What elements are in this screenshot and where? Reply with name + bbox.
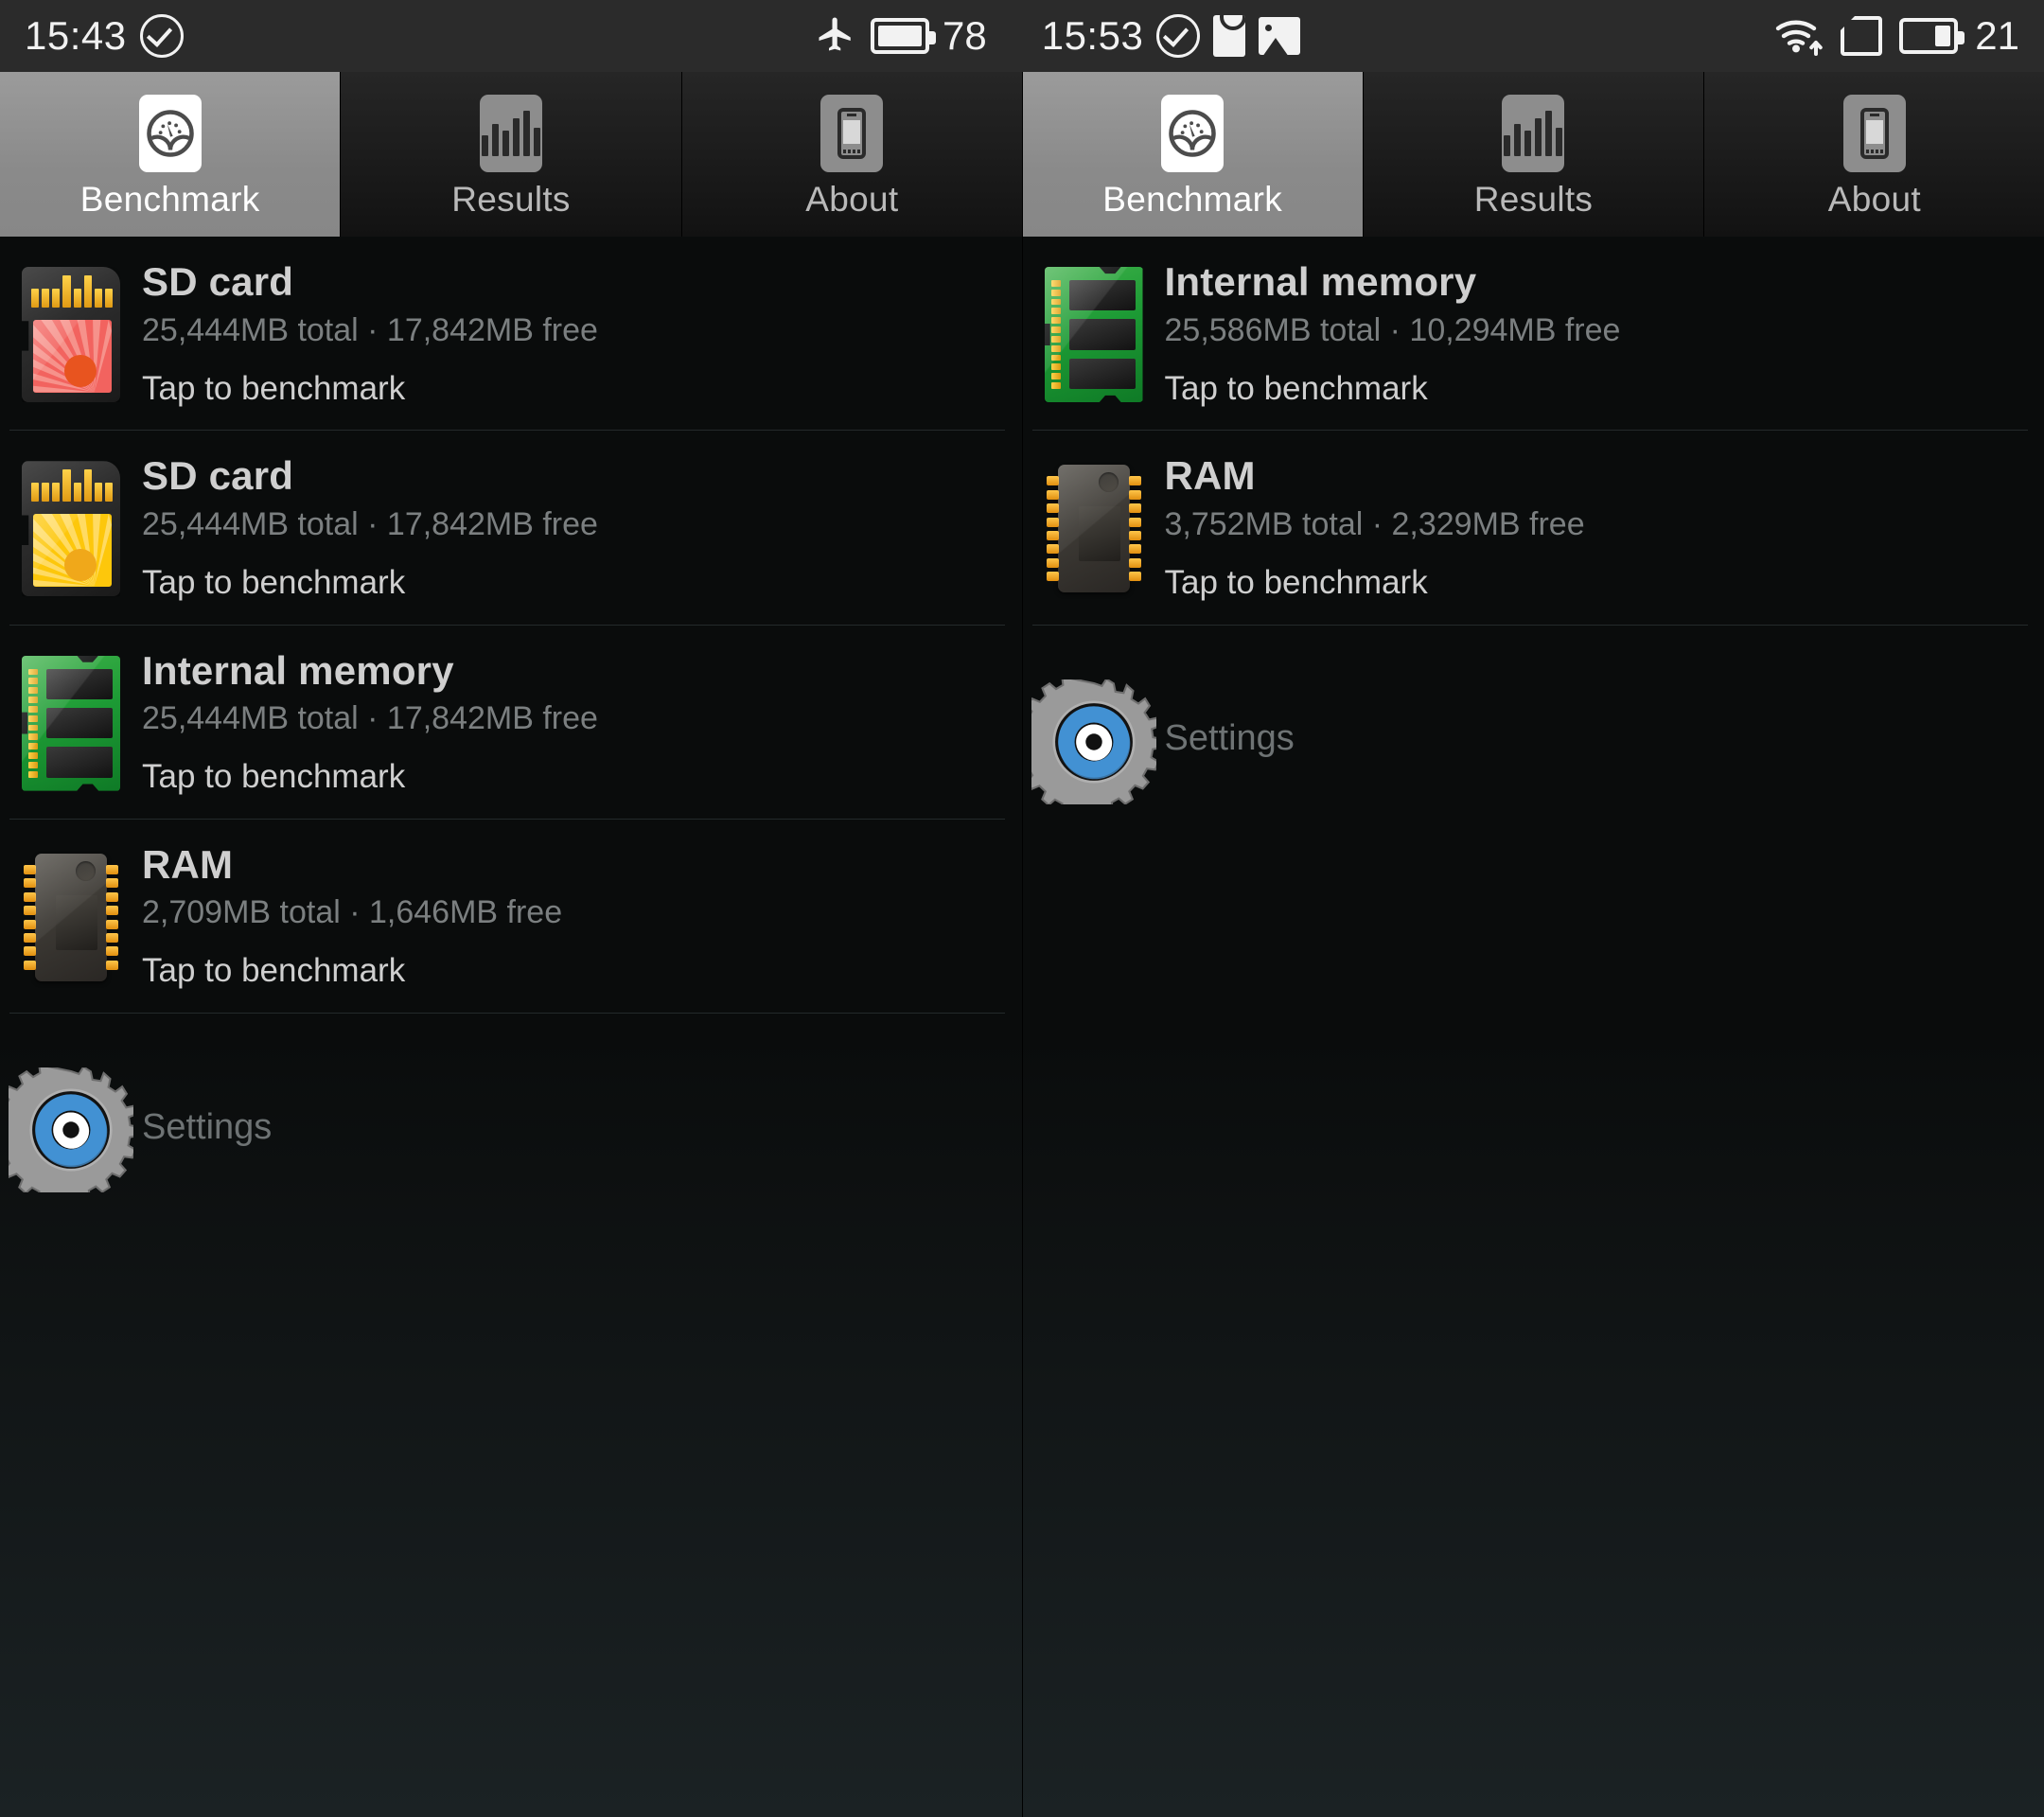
status-right-clock: 15:53 (1041, 13, 1144, 58)
tab-label-benchmark-right: Benchmark (1102, 180, 1283, 219)
bar-chart-icon-2 (1502, 95, 1565, 172)
list-item-internal-memory-right[interactable]: Internal memory 25,586MB total · 10,294M… (1023, 237, 2044, 432)
bar-chart-icon (479, 95, 542, 172)
tab-about-left[interactable]: About (681, 72, 1022, 237)
photo-icon (1259, 17, 1301, 55)
list-item-action: Tap to benchmark (142, 952, 406, 990)
check-circle-icon (139, 14, 184, 58)
panes-container: Benchmark Results About SD card 25,444MB… (0, 72, 2044, 1817)
tab-label-about-left: About (805, 180, 899, 219)
list-item-title: Internal memory (142, 647, 454, 693)
tab-label-benchmark-left: Benchmark (79, 180, 260, 219)
ram-chip-icon (0, 844, 142, 985)
list-item-sd-card-red[interactable]: SD card 25,444MB total · 17,842MB free T… (0, 237, 1022, 432)
list-item-ram-right[interactable]: RAM 3,752MB total · 2,329MB free Tap to … (1023, 431, 2044, 626)
status-bar-right-group: 21 (1774, 16, 2019, 56)
list-item-title: RAM (142, 841, 234, 887)
list-item-title: Internal memory (1164, 259, 1477, 304)
benchmark-list-right: Internal memory 25,586MB total · 10,294M… (1022, 237, 2044, 853)
list-item-settings-right[interactable]: Settings (1022, 626, 2044, 853)
list-item-text: RAM 3,752MB total · 2,329MB free Tap to … (1165, 455, 2044, 600)
gear-icon (0, 1062, 142, 1207)
list-item-internal-memory[interactable]: Internal memory 25,444MB total · 17,842M… (0, 626, 1022, 820)
list-item-subtitle: 3,752MB total · 2,329MB free (1164, 505, 1585, 542)
list-item-text: SD card 25,444MB total · 17,842MB free T… (142, 455, 1022, 600)
list-item-title: SD card (142, 453, 294, 499)
bag-icon (1213, 15, 1246, 57)
list-item-action: Tap to benchmark (142, 563, 406, 601)
settings-label-left: Settings (142, 1106, 273, 1147)
list-item-subtitle: 25,586MB total · 10,294MB free (1164, 311, 1621, 348)
battery-icon-left (871, 18, 936, 54)
list-item-ram[interactable]: RAM 2,709MB total · 1,646MB free Tap to … (0, 820, 1022, 1014)
sd-card-red-icon (0, 261, 142, 402)
wifi-icon (1774, 16, 1824, 56)
list-item-title: RAM (1164, 453, 1256, 499)
ram-chip-icon-2 (1023, 455, 1165, 596)
tab-benchmark-left[interactable]: Benchmark (0, 72, 342, 237)
status-bar-center-group: 78 15:53 (814, 0, 1301, 72)
list-item-text: Internal memory 25,444MB total · 17,842M… (142, 647, 1022, 796)
memory-module-icon-2 (1023, 261, 1165, 402)
gauge-icon-2 (1161, 95, 1225, 172)
battery-level-left: 78 (943, 13, 987, 58)
tab-label-results-left: Results (451, 180, 571, 219)
list-item-text: Internal memory 25,586MB total · 10,294M… (1164, 259, 2044, 407)
status-left-clock: 15:43 (25, 13, 127, 58)
list-item-subtitle: 25,444MB total · 17,842MB free (142, 311, 598, 348)
tab-results-left[interactable]: Results (341, 72, 682, 237)
gauge-icon (138, 95, 202, 172)
status-bar: 15:43 78 15:53 21 (0, 0, 2044, 72)
list-item-action: Tap to benchmark (142, 369, 406, 407)
list-item-action: Tap to benchmark (1164, 369, 1428, 407)
list-item-action: Tap to benchmark (1164, 563, 1428, 601)
tab-label-results-right: Results (1473, 180, 1594, 219)
list-item-text: SD card 25,444MB total · 17,842MB free T… (142, 259, 1022, 407)
tab-bar-right: Benchmark Results About (1022, 72, 2044, 237)
check-circle-icon-2 (1156, 14, 1201, 58)
tab-about-right[interactable]: About (1704, 72, 2044, 237)
tab-label-about-right: About (1827, 180, 1921, 219)
left-pane: Benchmark Results About SD card 25,444MB… (0, 72, 1022, 1817)
app-screen: 15:43 78 15:53 21 Benchmark Results Abou… (0, 0, 2044, 1817)
list-item-sd-card-yellow[interactable]: SD card 25,444MB total · 17,842MB free T… (0, 431, 1022, 626)
sim-card-icon (1841, 16, 1883, 56)
list-item-action: Tap to benchmark (142, 758, 406, 796)
gear-icon-2 (1022, 674, 1165, 818)
airplane-icon (814, 14, 857, 59)
status-bar-left-group: 15:43 (25, 14, 184, 58)
phone-icon-2 (1842, 95, 1906, 172)
list-item-subtitle: 25,444MB total · 17,842MB free (142, 700, 598, 737)
battery-icon-right (1899, 18, 1965, 54)
list-item-subtitle: 25,444MB total · 17,842MB free (142, 505, 598, 542)
list-item-subtitle: 2,709MB total · 1,646MB free (142, 894, 563, 931)
list-item-text: RAM 2,709MB total · 1,646MB free Tap to … (142, 841, 1022, 990)
phone-icon (820, 95, 884, 172)
memory-module-icon (0, 650, 142, 791)
tab-results-right[interactable]: Results (1363, 72, 1705, 237)
tab-benchmark-right[interactable]: Benchmark (1022, 72, 1364, 237)
sd-card-yellow-icon (0, 455, 142, 597)
list-item-title: SD card (142, 259, 294, 304)
settings-label-right: Settings (1164, 718, 1295, 759)
tab-bar-left: Benchmark Results About (0, 72, 1022, 237)
battery-level-right: 21 (1975, 13, 2019, 58)
list-item-settings-left[interactable]: Settings (0, 1014, 1022, 1241)
right-pane: Benchmark Results About Internal memory … (1021, 72, 2044, 1817)
benchmark-list-left: SD card 25,444MB total · 17,842MB free T… (0, 237, 1022, 1241)
